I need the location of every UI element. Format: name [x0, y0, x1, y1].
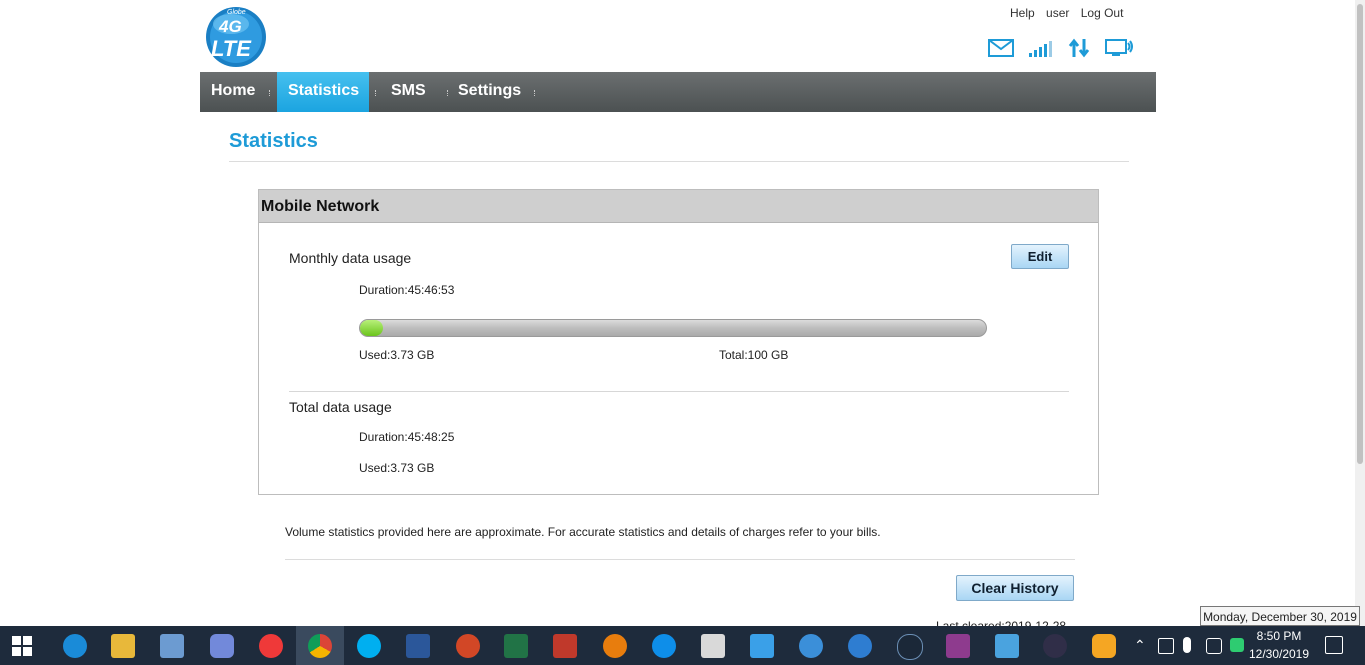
top-links: Help user Log Out	[1010, 6, 1131, 20]
panel-header: Mobile Network	[259, 190, 1098, 223]
monthly-usage-progress-fill	[360, 320, 383, 336]
file-explorer-icon[interactable]	[111, 634, 135, 658]
tray-mic-icon[interactable]	[1183, 637, 1191, 653]
tray-network-icon[interactable]	[1158, 638, 1174, 654]
page-title: Statistics	[229, 130, 318, 152]
divider	[229, 161, 1129, 162]
date-tooltip: Monday, December 30, 2019	[1200, 606, 1360, 626]
signal-icon	[1028, 39, 1054, 57]
nav-sms[interactable]: SMS	[380, 72, 437, 112]
blender-icon[interactable]	[603, 634, 627, 658]
monthly-usage-label: Monthly data usage	[289, 250, 412, 266]
edge-icon[interactable]	[63, 634, 87, 658]
edit-button[interactable]: Edit	[1011, 244, 1069, 269]
browser-icon[interactable]	[848, 634, 872, 658]
nav-separator	[269, 90, 271, 96]
total-used: Used:3.73 GB	[359, 461, 435, 475]
svg-text:LTE: LTE	[211, 36, 252, 61]
svg-text:Globe: Globe	[227, 9, 246, 16]
monthly-usage-progress	[359, 319, 987, 337]
network-icon[interactable]	[799, 634, 823, 658]
mail-icon[interactable]	[988, 39, 1014, 57]
monthly-duration: Duration:45:46:53	[359, 283, 455, 297]
discord-icon[interactable]	[210, 634, 234, 658]
svg-text:4G: 4G	[218, 17, 242, 36]
nav-separator	[534, 90, 536, 96]
pocket-icon[interactable]	[1092, 634, 1116, 658]
windows-taskbar: ⌃ 8:50 PM 12/30/2019	[0, 626, 1365, 665]
help-link[interactable]: Help	[1010, 6, 1035, 20]
clock-time[interactable]: 8:50 PM	[1248, 629, 1310, 643]
divider	[285, 559, 1075, 560]
roblox-icon[interactable]	[701, 634, 725, 658]
notification-center-icon[interactable]	[1325, 636, 1343, 654]
mobile-network-panel: Mobile Network	[258, 189, 1099, 495]
user-link[interactable]: user	[1046, 6, 1069, 20]
vivaldi-icon[interactable]	[259, 634, 283, 658]
page-scrollbar[interactable]	[1355, 0, 1365, 626]
panel-title: Mobile Network	[261, 198, 380, 215]
globe-4g-lte-logo: Globe 4G LTE	[205, 2, 269, 68]
powerpoint-icon[interactable]	[456, 634, 480, 658]
clock-date[interactable]: 12/30/2019	[1248, 647, 1310, 661]
tray-display-icon[interactable]	[1206, 638, 1222, 654]
excel-icon[interactable]	[504, 634, 528, 658]
notepad-icon[interactable]	[160, 634, 184, 658]
scrollbar-thumb[interactable]	[1357, 4, 1363, 464]
total-duration: Duration:45:48:25	[359, 430, 455, 444]
main-nav: Home Statistics SMS Settings	[200, 72, 1156, 112]
start-icon[interactable]	[12, 636, 32, 656]
app-icon[interactable]	[750, 634, 774, 658]
connection-monitor-icon	[1104, 38, 1134, 58]
tray-chevron-icon[interactable]: ⌃	[1134, 637, 1146, 654]
remote-icon[interactable]	[995, 634, 1019, 658]
total-usage-label: Total data usage	[289, 399, 392, 415]
nav-settings[interactable]: Settings	[447, 72, 532, 112]
skype-icon[interactable]	[357, 634, 381, 658]
clear-history-button[interactable]: Clear History	[956, 575, 1074, 601]
obs-icon[interactable]	[1043, 634, 1067, 658]
nav-separator	[375, 90, 377, 96]
nav-home[interactable]: Home	[200, 72, 266, 112]
voicemeeter-icon[interactable]	[553, 634, 577, 658]
chrome-icon[interactable]	[308, 634, 332, 658]
teamviewer-icon[interactable]	[652, 634, 676, 658]
nav-statistics[interactable]: Statistics	[277, 72, 369, 112]
last-cleared: Last cleared:2019-12-28	[936, 619, 1067, 626]
logout-link[interactable]: Log Out	[1081, 6, 1124, 20]
winrar-icon[interactable]	[946, 634, 970, 658]
monthly-used: Used:3.73 GB	[359, 348, 435, 362]
steam-icon[interactable]	[897, 634, 923, 660]
tray-shield-icon[interactable]	[1230, 638, 1244, 652]
data-transfer-icon	[1068, 38, 1090, 58]
statistics-note: Volume statistics provided here are appr…	[285, 525, 881, 539]
divider	[289, 391, 1069, 392]
status-icons	[988, 36, 1134, 60]
monthly-total: Total:100 GB	[719, 348, 789, 362]
word-icon[interactable]	[406, 634, 430, 658]
